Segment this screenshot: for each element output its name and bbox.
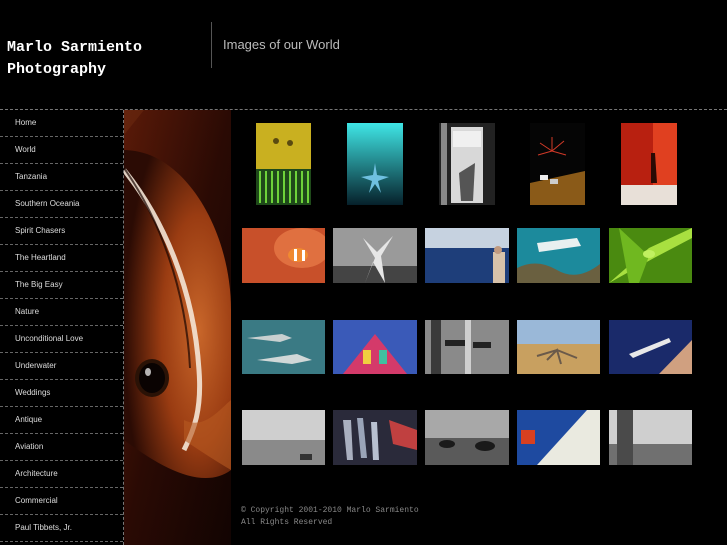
- night-lights-photo: [530, 123, 585, 205]
- nav-item-tanzania[interactable]: Tanzania: [0, 164, 123, 191]
- bw-starfish-sculpture-photo: [333, 228, 417, 283]
- nav-item-architecture[interactable]: Architecture: [0, 461, 123, 488]
- site-title[interactable]: Marlo Sarmiento Photography: [7, 37, 207, 81]
- underwater-wreck-photo: [517, 228, 600, 283]
- copyright-line2: All Rights Reserved: [241, 518, 333, 527]
- nav-item-unconditional-love[interactable]: Unconditional Love: [0, 326, 123, 353]
- nav-item-southern-oceania[interactable]: Southern Oceania: [0, 191, 123, 218]
- gallery-thumb[interactable]: [517, 228, 600, 283]
- copyright: © Copyright 2001-2010 Marlo Sarmiento Al…: [241, 505, 419, 529]
- nav-item-aviation[interactable]: Aviation: [0, 434, 123, 461]
- gallery-thumb[interactable]: [333, 320, 417, 374]
- clownfish-anemone-photo: [242, 228, 325, 283]
- gallery-thumb[interactable]: [517, 320, 600, 374]
- site-title-line2: Photography: [7, 61, 107, 78]
- gallery-thumb[interactable]: [256, 123, 311, 205]
- bw-landscape-photo: [242, 410, 325, 465]
- sidebar-nav: Home World Tanzania Southern Oceania Spi…: [0, 110, 124, 545]
- clownfish-photo: [124, 110, 231, 545]
- gallery-thumb[interactable]: [609, 228, 692, 283]
- hand-object-photo: [609, 320, 692, 374]
- colorful-building-photo: [333, 320, 417, 374]
- site-tagline: Images of our World: [223, 37, 340, 52]
- gallery-thumb[interactable]: [530, 123, 585, 205]
- photo-gallery: [231, 110, 727, 545]
- nav-item-commercial[interactable]: Commercial: [0, 488, 123, 515]
- bw-sign-photo: [439, 123, 495, 205]
- bw-door-hinges-photo: [425, 320, 509, 374]
- site-title-line1: Marlo Sarmiento: [7, 39, 143, 56]
- nav-item-the-big-easy[interactable]: The Big Easy: [0, 272, 123, 299]
- copyright-line1: © Copyright 2001-2010 Marlo Sarmiento: [241, 506, 419, 515]
- nav-item-weddings[interactable]: Weddings: [0, 380, 123, 407]
- nav-item-paul-tibbets-jr[interactable]: Paul Tibbets, Jr.: [0, 515, 123, 542]
- nav-item-underwater[interactable]: Underwater: [0, 353, 123, 380]
- gallery-thumb[interactable]: [333, 410, 417, 465]
- gallery-thumb[interactable]: [609, 410, 692, 465]
- fish-photo-panel: [124, 110, 231, 545]
- gallery-thumb[interactable]: [333, 228, 417, 283]
- nav-item-antique[interactable]: Antique: [0, 407, 123, 434]
- nav-item-world[interactable]: World: [0, 137, 123, 164]
- gallery-thumb[interactable]: [609, 320, 692, 374]
- nav-item-the-heartland[interactable]: The Heartland: [0, 245, 123, 272]
- gallery-thumb[interactable]: [621, 123, 677, 205]
- site-header: Marlo Sarmiento Photography Images of ou…: [0, 0, 727, 109]
- fish-market-photo: [333, 410, 417, 465]
- nav-item-nature[interactable]: Nature: [0, 299, 123, 326]
- starfish-photo: [347, 123, 403, 205]
- driftwood-beach-photo: [517, 320, 600, 374]
- gallery-thumb[interactable]: [425, 410, 509, 465]
- gallery-thumb[interactable]: [425, 228, 509, 283]
- gallery-thumb[interactable]: [242, 228, 325, 283]
- gallery-thumb[interactable]: [439, 123, 495, 205]
- header-divider: [211, 22, 212, 68]
- green-leaf-photo: [609, 228, 692, 283]
- sail-photo: [517, 410, 600, 465]
- gallery-thumb[interactable]: [517, 410, 600, 465]
- gallery-thumb[interactable]: [242, 410, 325, 465]
- gallery-thumb[interactable]: [425, 320, 509, 374]
- bw-wildebeest-photo: [425, 410, 509, 465]
- red-wall-photo: [621, 123, 677, 205]
- ocean-person-photo: [425, 228, 509, 283]
- nav-item-spirit-chasers[interactable]: Spirit Chasers: [0, 218, 123, 245]
- nav-item-home[interactable]: Home: [0, 110, 123, 137]
- sharks-photo: [242, 320, 325, 374]
- bw-tree-photo: [609, 410, 692, 465]
- gallery-thumb[interactable]: [242, 320, 325, 374]
- yellow-wall-photo: [256, 123, 311, 205]
- gallery-thumb[interactable]: [347, 123, 403, 205]
